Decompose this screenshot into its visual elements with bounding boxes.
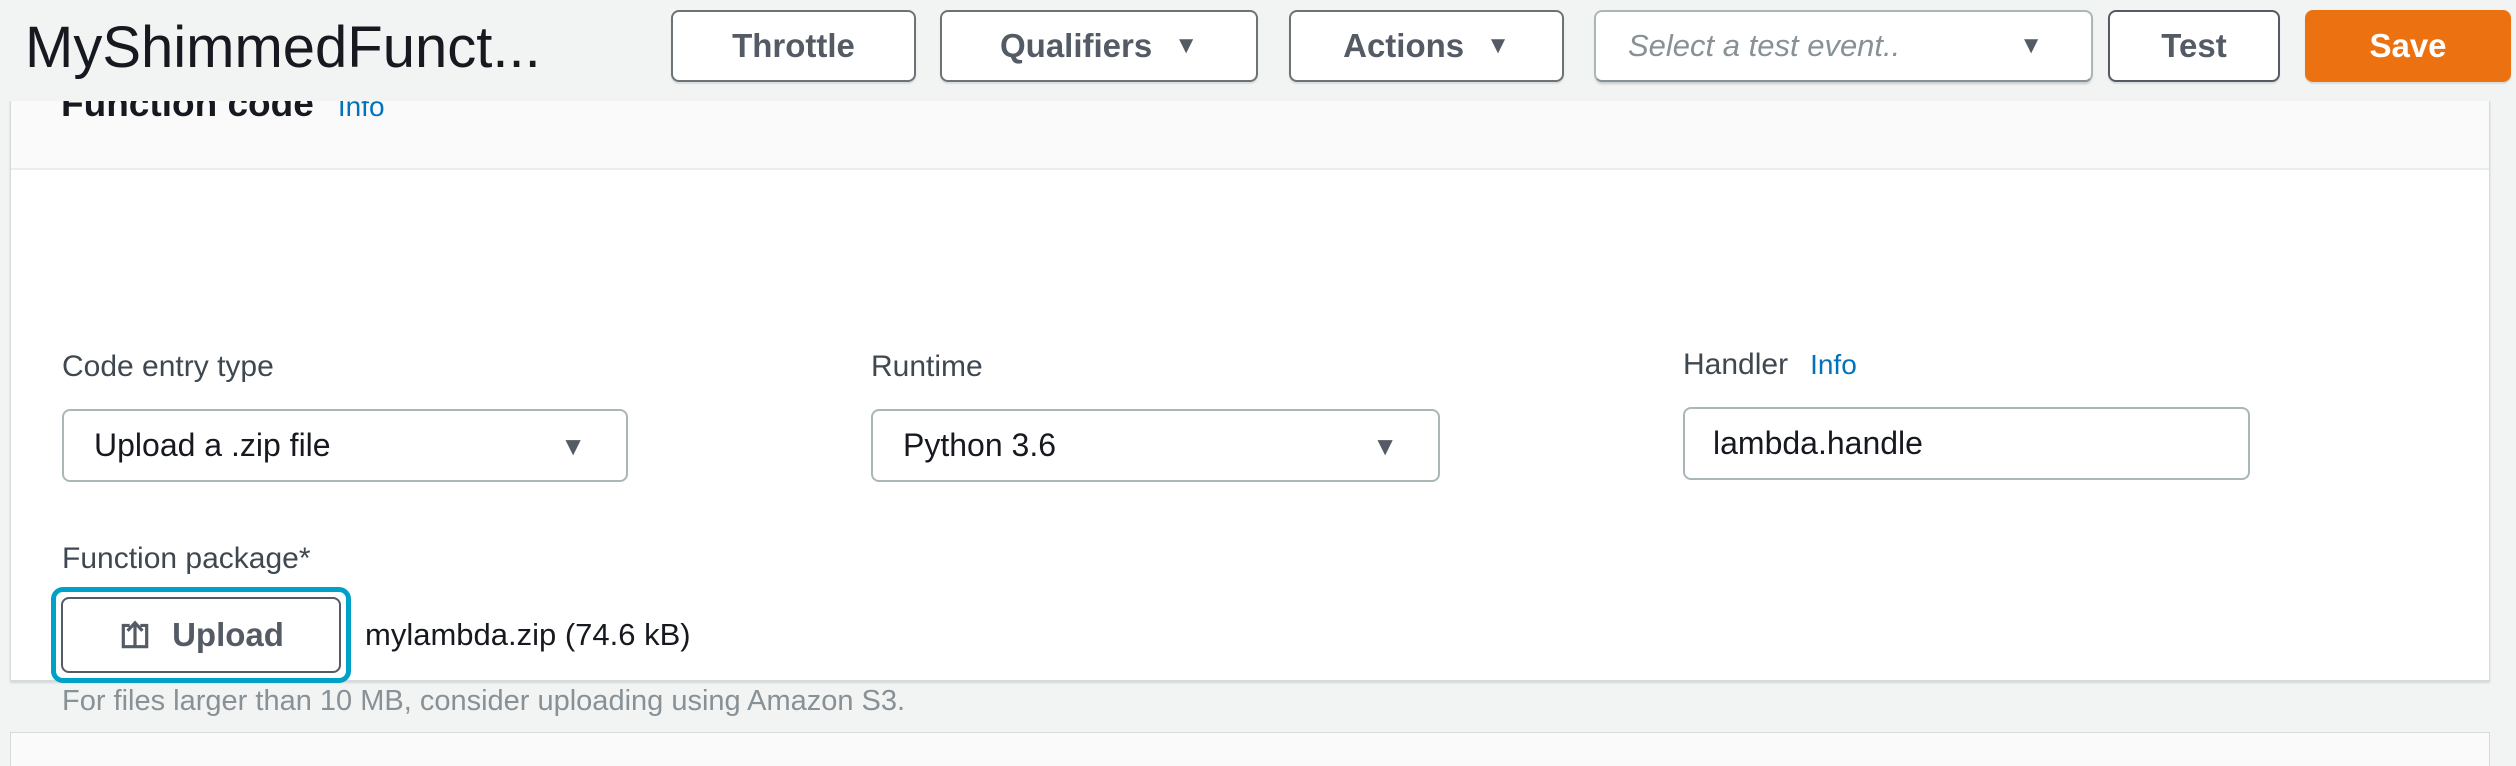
upload-button-focus-ring: Upload xyxy=(51,587,351,683)
upload-button-label: Upload xyxy=(172,616,284,654)
chevron-down-icon: ▼ xyxy=(1372,433,1410,459)
code-entry-type-field: Code entry type Upload a .zip file ▼ xyxy=(62,350,628,482)
qualifiers-button-label: Qualifiers xyxy=(1000,27,1152,65)
throttle-button[interactable]: Throttle xyxy=(671,10,916,82)
runtime-select[interactable]: Python 3.6 ▼ xyxy=(871,409,1440,482)
actions-button-label: Actions xyxy=(1343,27,1464,65)
lambda-console-screen: Function code Info Code entry type Uploa… xyxy=(0,0,2516,766)
qualifiers-button[interactable]: Qualifiers ▼ xyxy=(940,10,1258,82)
actions-button[interactable]: Actions ▼ xyxy=(1289,10,1564,82)
upload-row: Upload mylambda.zip (74.6 kB) xyxy=(51,586,691,683)
function-code-panel: Function code Info Code entry type Uploa… xyxy=(10,58,2490,681)
upload-button[interactable]: Upload xyxy=(61,597,341,673)
upload-icon xyxy=(118,618,152,652)
chevron-down-icon: ▼ xyxy=(2019,34,2061,58)
test-button[interactable]: Test xyxy=(2108,10,2280,82)
test-event-select[interactable]: Select a test event.. ▼ xyxy=(1594,10,2093,82)
chevron-down-icon: ▼ xyxy=(560,433,598,459)
next-section-panel xyxy=(10,732,2490,766)
function-code-panel-body: Code entry type Upload a .zip file ▼ Run… xyxy=(11,170,2489,679)
function-header-bar: MyShimmedFunct... Throttle Qualifiers ▼ … xyxy=(0,0,2516,101)
runtime-label: Runtime xyxy=(871,350,1440,384)
code-entry-type-value: Upload a .zip file xyxy=(94,427,560,464)
save-button[interactable]: Save xyxy=(2305,10,2511,82)
handler-field: Handler Info xyxy=(1683,348,2250,480)
code-entry-type-select[interactable]: Upload a .zip file ▼ xyxy=(62,409,628,482)
code-entry-type-label: Code entry type xyxy=(62,350,628,384)
uploaded-file-info: mylambda.zip (74.6 kB) xyxy=(365,617,691,653)
chevron-down-icon: ▼ xyxy=(1486,34,1510,58)
runtime-field: Runtime Python 3.6 ▼ xyxy=(871,350,1440,482)
handler-label: Handler xyxy=(1683,348,1788,382)
test-event-placeholder: Select a test event.. xyxy=(1628,28,2019,64)
function-name: MyShimmedFunct... xyxy=(25,10,645,82)
function-package-label: Function package* xyxy=(62,542,311,576)
chevron-down-icon: ▼ xyxy=(1174,34,1198,58)
handler-input[interactable] xyxy=(1683,407,2250,480)
handler-info-link[interactable]: Info xyxy=(1810,349,1857,381)
runtime-value: Python 3.6 xyxy=(903,427,1372,464)
upload-helper-text: For files larger than 10 MB, consider up… xyxy=(62,685,905,718)
